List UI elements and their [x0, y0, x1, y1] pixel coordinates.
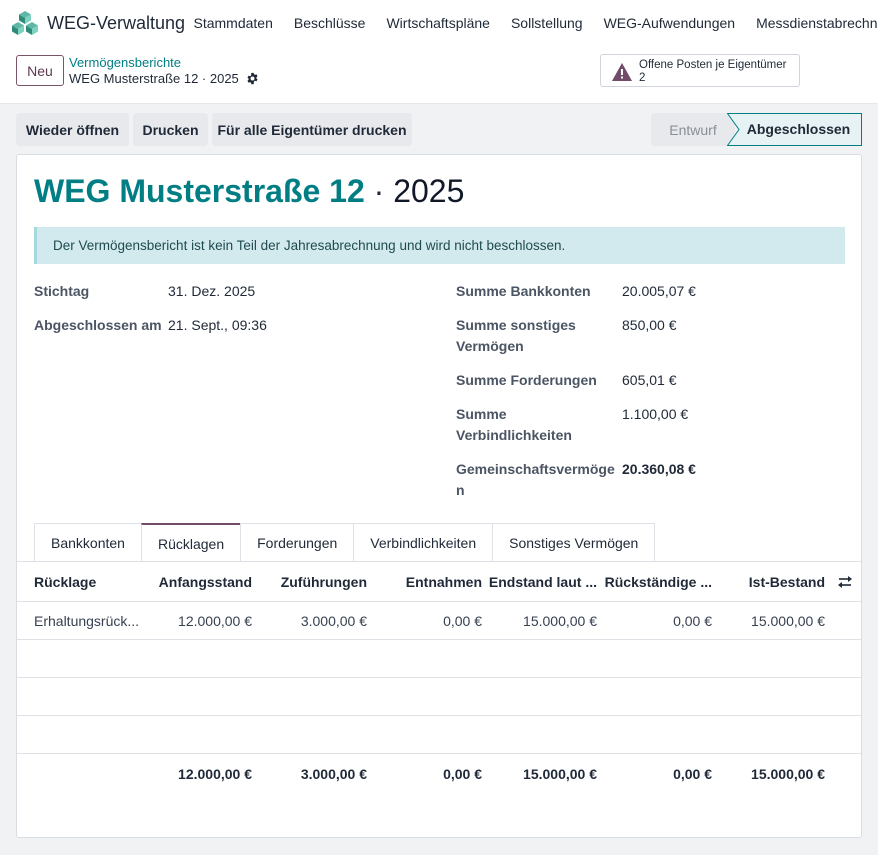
- column-header-ist-bestand[interactable]: Ist-Bestand: [717, 574, 825, 590]
- app-logo-icon[interactable]: [11, 10, 39, 36]
- tab-bankkonten[interactable]: Bankkonten: [34, 523, 142, 562]
- open-items-count: 2: [639, 72, 646, 84]
- breadcrumb-current: WEG Musterstraße 12 · 2025: [69, 71, 259, 86]
- new-button[interactable]: Neu: [16, 55, 64, 86]
- total-endstand: 15.000,00 €: [523, 766, 597, 782]
- table-empty-row: [17, 640, 861, 678]
- column-header-ruecklage[interactable]: Rücklage: [34, 574, 154, 590]
- column-header-rueckstaendige[interactable]: Rückständige ...: [602, 574, 712, 590]
- column-header-anfangsstand[interactable]: Anfangsstand: [152, 574, 252, 590]
- open-items-smart-button[interactable]: Offene Posten je Eigentümer 2: [600, 54, 800, 87]
- sum-liabilities-label-line2: Verbindlichkeiten: [456, 427, 572, 443]
- total-ist-bestand: 15.000,00 €: [751, 766, 825, 782]
- closed-at-label: Abgeschlossen am: [34, 317, 162, 333]
- stichtag-value: 31. Dez. 2025: [168, 283, 256, 299]
- warning-icon: [612, 63, 632, 81]
- sum-bank-label: Summe Bankkonten: [456, 283, 591, 299]
- record-name-label: WEG Musterstraße 12 · 2025: [69, 71, 239, 86]
- column-header-zufuehrungen[interactable]: Zuführungen: [267, 574, 367, 590]
- gear-icon[interactable]: [246, 72, 259, 85]
- reopen-button[interactable]: Wieder öffnen: [16, 113, 129, 146]
- sum-liabilities-label-line1: Summe: [456, 406, 507, 422]
- cell-ist-bestand: 15.000,00 €: [751, 613, 825, 629]
- menu-stammdaten[interactable]: Stammdaten: [183, 0, 283, 46]
- app-title[interactable]: WEG-Verwaltung: [47, 13, 185, 34]
- stichtag-label: Stichtag: [34, 283, 90, 299]
- form-sheet: WEG Musterstraße 12 · 2025 Der Vermögens…: [16, 154, 862, 838]
- common-assets-label-line2: n: [456, 482, 465, 498]
- table-empty-row: [17, 716, 861, 754]
- table-empty-row: [17, 678, 861, 716]
- menu-weg-aufwendungen[interactable]: WEG-Aufwendungen: [593, 0, 746, 46]
- sum-receivables-label: Summe Forderungen: [456, 372, 597, 388]
- total-rueckstaendige: 0,00 €: [673, 766, 712, 782]
- table-header-row: Rücklage Anfangsstand Zuführungen Entnah…: [17, 562, 861, 602]
- cell-ruecklage: Erhaltungsrück...: [34, 613, 140, 629]
- sum-other-label-line2: Vermögen: [456, 338, 524, 354]
- open-items-label: Offene Posten je Eigentümer: [639, 59, 787, 71]
- menu-wirtschaftsplaene[interactable]: Wirtschaftspläne: [376, 0, 500, 46]
- print-button[interactable]: Drucken: [133, 113, 208, 146]
- title-year: 2025: [393, 173, 465, 209]
- sum-receivables-value: 605,01 €: [622, 372, 677, 388]
- control-panel: Neu Vermögensberichte WEG Musterstraße 1…: [0, 46, 878, 104]
- status-stage-done-label: Abgeschlossen: [746, 121, 851, 137]
- print-all-owners-button[interactable]: Für alle Eigentümer drucken: [212, 113, 412, 146]
- title-name: WEG Musterstraße 12: [34, 173, 365, 209]
- sum-other-value: 850,00 €: [622, 317, 677, 333]
- page-title: WEG Musterstraße 12 · 2025: [34, 173, 464, 210]
- tab-ruecklagen[interactable]: Rücklagen: [140, 523, 242, 562]
- status-stage-done[interactable]: Abgeschlossen: [727, 113, 862, 146]
- menu-beschluesse[interactable]: Beschlüsse: [283, 0, 376, 46]
- top-navbar: WEG-Verwaltung Stammdaten Beschlüsse Wir…: [0, 0, 878, 46]
- action-bar: Wieder öffnen Drucken Für alle Eigentüme…: [0, 105, 878, 153]
- tab-sonstiges-vermoegen[interactable]: Sonstiges Vermögen: [492, 523, 656, 562]
- info-banner: Der Vermögensbericht ist kein Teil der J…: [34, 227, 845, 264]
- total-entnahmen: 0,00 €: [443, 766, 482, 782]
- table-footer-totals: 12.000,00 € 3.000,00 € 0,00 € 15.000,00 …: [17, 754, 861, 794]
- tab-forderungen[interactable]: Forderungen: [240, 523, 355, 562]
- common-assets-label-line1: Gemeinschaftsvermöge: [456, 461, 615, 477]
- closed-at-value: 21. Sept., 09:36: [168, 317, 267, 333]
- cell-rueckstaendige: 0,00 €: [673, 613, 712, 629]
- sum-bank-value: 20.005,07 €: [622, 283, 696, 299]
- sum-liabilities-value: 1.100,00 €: [622, 406, 689, 422]
- column-header-endstand[interactable]: Endstand laut ...: [487, 574, 597, 590]
- common-assets-value: 20.360,08 €: [622, 461, 696, 477]
- tab-verbindlichkeiten[interactable]: Verbindlichkeiten: [353, 523, 494, 562]
- cell-anfangsstand: 12.000,00 €: [178, 613, 252, 629]
- table-row[interactable]: Erhaltungsrück... 12.000,00 € 3.000,00 €…: [17, 602, 861, 640]
- total-anfangsstand: 12.000,00 €: [178, 766, 252, 782]
- breadcrumb-vermoegensberichte[interactable]: Vermögensberichte: [69, 55, 181, 70]
- menu-sollstellung[interactable]: Sollstellung: [500, 0, 593, 46]
- cell-entnahmen: 0,00 €: [443, 613, 482, 629]
- status-stage-draft[interactable]: Entwurf: [651, 113, 735, 146]
- menu-messdienstabrechnung[interactable]: Messdienstabrechnu: [746, 0, 878, 46]
- sum-other-label-line1: Summe sonstiges: [456, 317, 576, 333]
- notebook-tabs: Bankkonten Rücklagen Forderungen Verbind…: [34, 523, 656, 562]
- status-bar: Entwurf Abgeschlossen: [651, 113, 862, 146]
- cell-endstand: 15.000,00 €: [523, 613, 597, 629]
- total-zufuehrungen: 3.000,00 €: [300, 766, 367, 782]
- main-menu: Stammdaten Beschlüsse Wirtschaftspläne S…: [183, 0, 878, 46]
- title-separator: ·: [364, 173, 394, 209]
- column-header-entnahmen[interactable]: Entnahmen: [382, 574, 482, 590]
- cell-zufuehrungen: 3.000,00 €: [300, 613, 367, 629]
- optional-columns-icon[interactable]: [837, 574, 853, 590]
